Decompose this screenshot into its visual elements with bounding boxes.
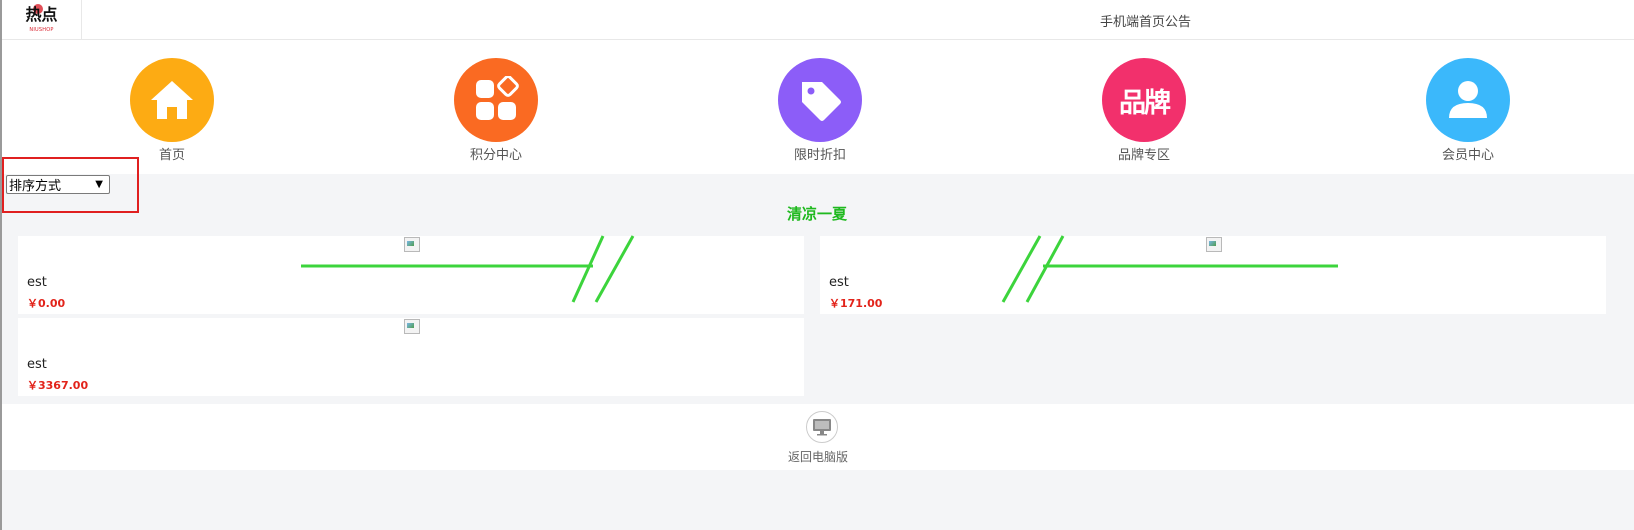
brand-icon: 品牌 [1102,58,1186,142]
tag-icon [778,58,862,142]
nav-item-home[interactable]: 首页 [112,58,232,164]
nav-label: 品牌专区 [1117,148,1170,163]
brand-glyph: 品牌 [1119,87,1171,119]
chevron-down-icon: ▼ [95,179,103,190]
product-name: est [27,357,47,372]
footer: 返回电脑版 [2,404,1634,470]
product-name: est [829,275,849,290]
nav-label: 积分中心 [469,148,522,163]
broken-image-icon [403,236,421,252]
product-card[interactable]: est ￥171.00 [820,236,1606,314]
logo-text: 热点 [25,5,58,24]
product-card[interactable]: est ￥0.00 [18,236,804,314]
nav-item-member[interactable]: 会员中心 [1408,58,1528,164]
product-price: ￥171.00 [829,297,883,310]
section-title: 清凉一夏 [786,205,847,223]
nav-item-points[interactable]: 积分中心 [436,58,556,164]
monitor-icon[interactable] [806,411,838,443]
header: 热点 NIUSHOP 手机端首页公告 [2,0,1634,40]
notice-link[interactable]: 手机端首页公告 [1100,11,1191,30]
logo-subtext: NIUSHOP [29,27,54,33]
nav-label: 限时折扣 [793,148,846,163]
back-to-pc-link[interactable]: 返回电脑版 [2,448,1634,465]
quick-nav: 首页 积分中心 限时折扣 品牌 品牌专区 会员中心 [2,40,1634,174]
product-card[interactable]: est ￥3367.00 [18,318,804,396]
user-icon [1426,58,1510,142]
product-price: ￥0.00 [27,297,66,310]
home-icon [130,58,214,142]
product-name: est [27,275,47,290]
broken-image-icon [403,318,421,334]
nav-item-discount[interactable]: 限时折扣 [760,58,880,164]
logo-link[interactable]: 热点 NIUSHOP [2,0,82,40]
sort-select[interactable]: 排序方式 ▼ [6,175,110,194]
points-icon [454,58,538,142]
logo: 热点 NIUSHOP [26,4,58,36]
nav-label: 会员中心 [1441,148,1494,163]
broken-image-icon [1205,236,1223,252]
product-price: ￥3367.00 [27,379,89,392]
nav-item-brand[interactable]: 品牌 品牌专区 [1084,58,1204,164]
sort-selected-value: 排序方式 [9,179,62,194]
